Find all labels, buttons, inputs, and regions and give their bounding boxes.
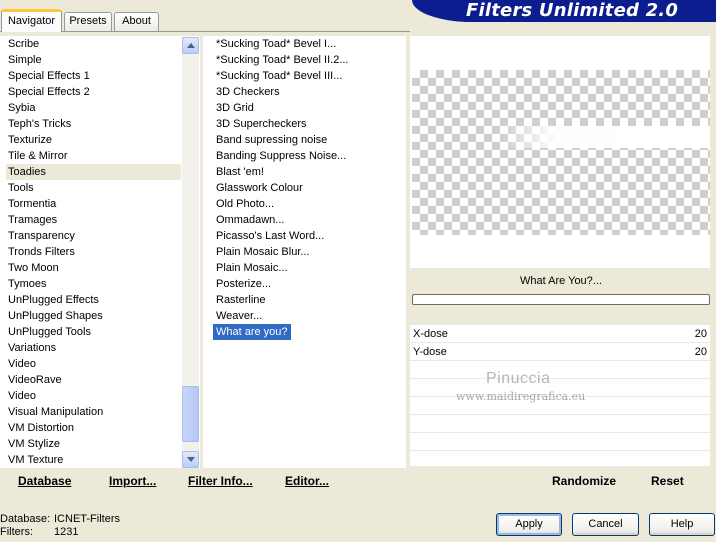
filter-info-button[interactable]: Filter Info...: [188, 474, 253, 488]
arrow-down-icon: [187, 457, 195, 462]
category-item[interactable]: Visual Manipulation: [6, 404, 181, 420]
category-item[interactable]: UnPlugged Effects: [6, 292, 181, 308]
editor-button[interactable]: Editor...: [285, 474, 329, 488]
category-item[interactable]: UnPlugged Shapes: [6, 308, 181, 324]
param-value: 20: [694, 328, 707, 340]
category-item[interactable]: Tools: [6, 180, 181, 196]
category-item[interactable]: Toadies: [6, 164, 181, 180]
tab-presets[interactable]: Presets: [64, 12, 112, 31]
category-item[interactable]: VM Texture: [6, 452, 181, 468]
scroll-up-button[interactable]: [182, 37, 199, 54]
filters-count-label: Filters:: [0, 526, 33, 538]
category-item[interactable]: Two Moon: [6, 260, 181, 276]
filter-item[interactable]: Plain Mosaic Blur...: [213, 244, 403, 260]
category-item[interactable]: Simple: [6, 52, 181, 68]
watermark-url: www.maidiregrafica.eu: [456, 390, 586, 403]
category-item[interactable]: Special Effects 2: [6, 84, 181, 100]
category-item[interactable]: VM Stylize: [6, 436, 181, 452]
import-button[interactable]: Import...: [109, 474, 156, 488]
category-item[interactable]: Tymoes: [6, 276, 181, 292]
cancel-button[interactable]: Cancel: [572, 513, 639, 536]
category-item[interactable]: Special Effects 1: [6, 68, 181, 84]
param-row-x-dose[interactable]: X-dose 20: [410, 325, 710, 343]
filter-item[interactable]: Glasswork Colour: [213, 180, 403, 196]
help-button[interactable]: Help: [649, 513, 715, 536]
category-list[interactable]: Scribe Simple Special Effects 1 Special Eff…: [6, 36, 181, 468]
category-item[interactable]: Variations: [6, 340, 181, 356]
filter-item[interactable]: What are you?: [213, 324, 291, 340]
scroll-down-button[interactable]: [182, 451, 199, 468]
reset-button[interactable]: Reset: [651, 474, 684, 488]
filters-count-value: 1231: [54, 526, 79, 538]
category-item[interactable]: Tile & Mirror: [6, 148, 181, 164]
selected-filter-name: What Are You?...: [520, 275, 602, 287]
category-item[interactable]: Video: [6, 388, 181, 404]
filter-panel: *Sucking Toad* Bevel I... *Sucking Toad* …: [203, 36, 406, 468]
param-row-empty: [410, 415, 710, 433]
category-item[interactable]: Texturize: [6, 132, 181, 148]
category-item[interactable]: VideoRave: [6, 372, 181, 388]
watermark-name: Pinuccia: [486, 370, 551, 387]
apply-button[interactable]: Apply: [496, 513, 562, 536]
arrow-up-icon: [187, 43, 195, 48]
preview-image: [412, 70, 710, 235]
category-item[interactable]: Video: [6, 356, 181, 372]
filter-item[interactable]: 3D Supercheckers: [213, 116, 403, 132]
category-item[interactable]: Transparency: [6, 228, 181, 244]
database-label: Database:: [0, 513, 51, 525]
category-item[interactable]: Tormentia: [6, 196, 181, 212]
param-row-y-dose[interactable]: Y-dose 20: [410, 343, 710, 361]
filter-item[interactable]: Rasterline: [213, 292, 403, 308]
filter-item[interactable]: Posterize...: [213, 276, 403, 292]
filter-item[interactable]: Ommadawn...: [213, 212, 403, 228]
tab-about[interactable]: About: [114, 12, 159, 31]
category-item[interactable]: Teph's Tricks: [6, 116, 181, 132]
category-panel: Scribe Simple Special Effects 1 Special Eff…: [0, 36, 200, 468]
category-item[interactable]: UnPlugged Tools: [6, 324, 181, 340]
progress-bar: [412, 294, 710, 305]
param-label: Y-dose: [413, 346, 447, 358]
scroll-thumb[interactable]: [182, 386, 199, 442]
filter-list[interactable]: *Sucking Toad* Bevel I... *Sucking Toad* …: [213, 36, 403, 468]
category-item[interactable]: Tramages: [6, 212, 181, 228]
filter-item[interactable]: 3D Checkers: [213, 84, 403, 100]
filter-item[interactable]: Picasso's Last Word...: [213, 228, 403, 244]
database-value: ICNET-Filters: [54, 513, 120, 525]
param-row-empty: [410, 433, 710, 451]
filter-item[interactable]: *Sucking Toad* Bevel I...: [213, 36, 403, 52]
app-title-banner: Filters Unlimited 2.0: [412, 0, 716, 22]
category-item[interactable]: Sybia: [6, 100, 181, 116]
filter-item[interactable]: Banding Suppress Noise...: [213, 148, 403, 164]
filter-item[interactable]: Plain Mosaic...: [213, 260, 403, 276]
database-button[interactable]: Database: [18, 474, 71, 488]
filter-item[interactable]: *Sucking Toad* Bevel II.2...: [213, 52, 403, 68]
filter-item[interactable]: Band supressing noise: [213, 132, 403, 148]
preview-highlight: [502, 126, 710, 148]
tab-navigator[interactable]: Navigator: [1, 9, 62, 32]
filter-item[interactable]: Weaver...: [213, 308, 403, 324]
filter-item[interactable]: Old Photo...: [213, 196, 403, 212]
category-item[interactable]: Tronds Filters: [6, 244, 181, 260]
param-label: X-dose: [413, 328, 448, 340]
category-item[interactable]: VM Distortion: [6, 420, 181, 436]
category-scrollbar[interactable]: [182, 37, 199, 468]
param-value: 20: [694, 346, 707, 358]
filter-item[interactable]: *Sucking Toad* Bevel III...: [213, 68, 403, 84]
filter-item[interactable]: Blast 'em!: [213, 164, 403, 180]
category-item[interactable]: Scribe: [6, 36, 181, 52]
filter-item[interactable]: 3D Grid: [213, 100, 403, 116]
randomize-button[interactable]: Randomize: [552, 474, 616, 488]
param-row-empty: [410, 451, 710, 467]
param-row-empty: [410, 361, 710, 379]
